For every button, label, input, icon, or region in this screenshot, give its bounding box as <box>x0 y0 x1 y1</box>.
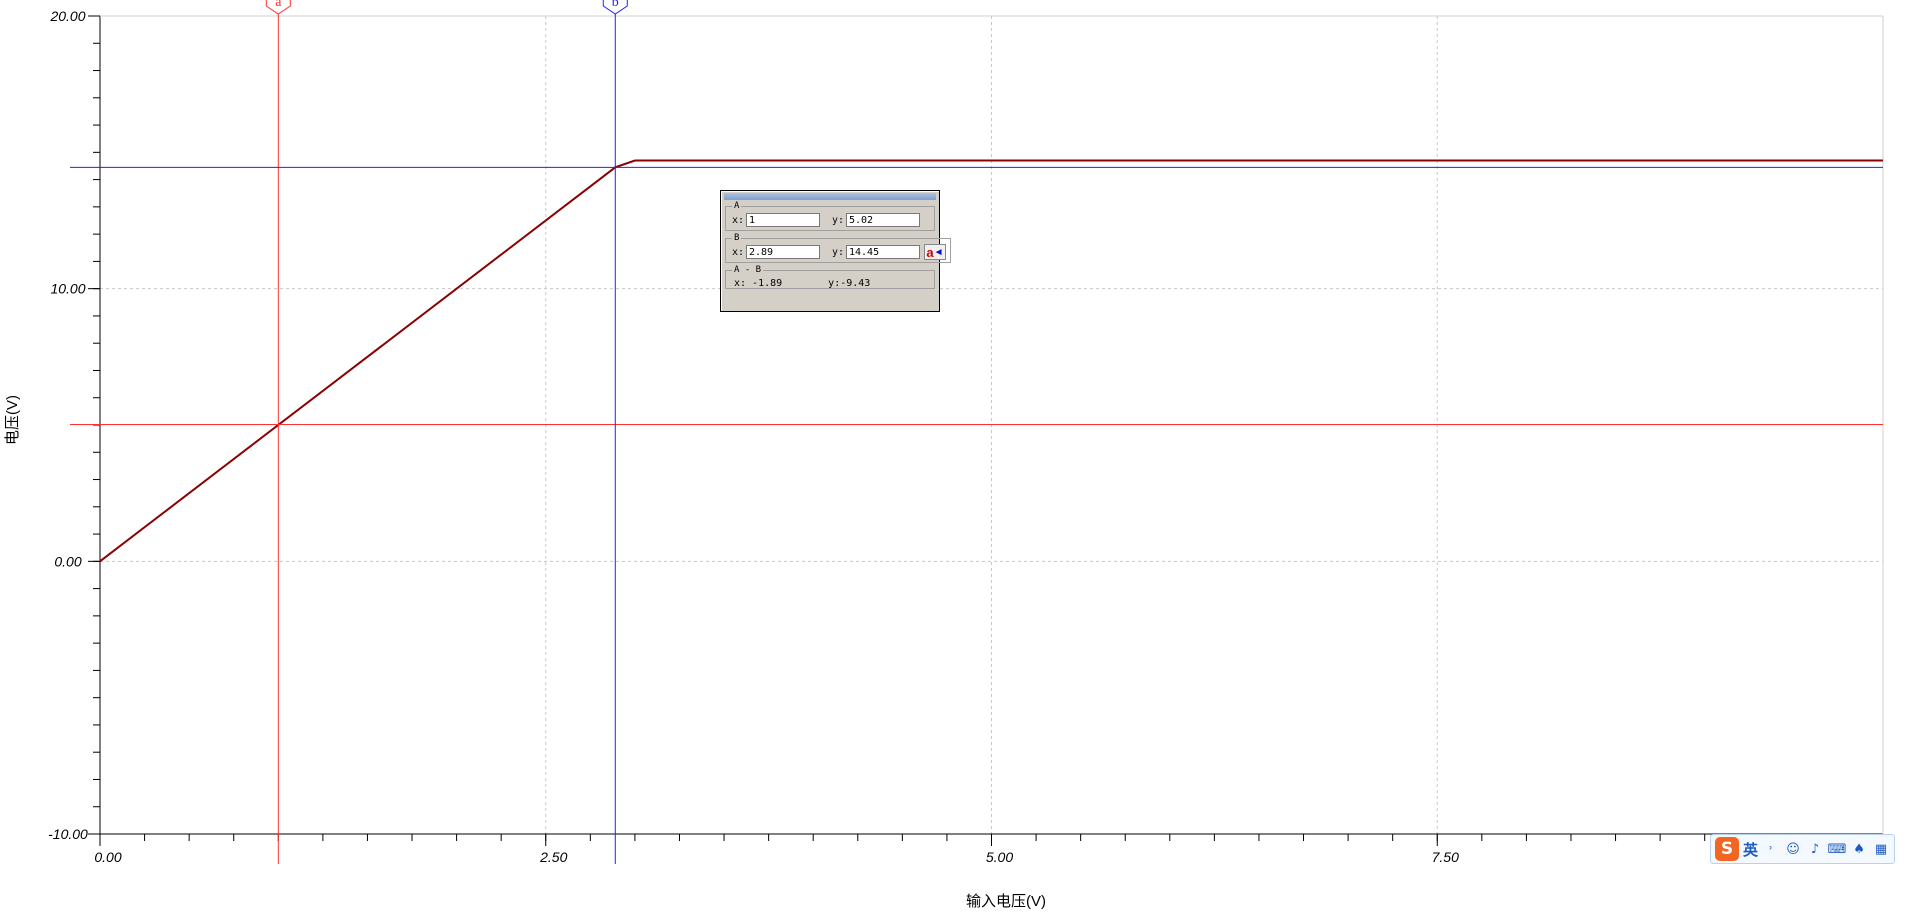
cursor-a-y-field[interactable]: 5.02 <box>846 213 920 227</box>
x-tick-label: 7.50 <box>1432 849 1459 865</box>
difference-label: A - B <box>734 265 762 275</box>
cursor-a-label: a <box>275 0 282 10</box>
diff-y-value: y:-9.43 <box>828 277 871 289</box>
a-x-label: x: <box>732 214 745 226</box>
language-toggle[interactable]: 英 <box>1743 839 1758 860</box>
x-tick-label: 0.00 <box>94 849 121 865</box>
cursor-a-x-field[interactable]: 1 <box>746 213 820 227</box>
cursor-b-y-field[interactable]: 14.45 <box>846 245 920 259</box>
a-y-label: y: <box>832 214 845 226</box>
swap-label: a <box>926 244 934 260</box>
cursor-b-group: B x: 2.89 y: 14.45 a ◄ <box>725 234 951 263</box>
arrow-left-icon: ◄ <box>933 246 944 258</box>
cursor-a-group: A x: 1 y: 5.02 <box>725 202 935 231</box>
y-tick-label: 10.00 <box>50 281 85 297</box>
chart: 0.002.505.007.5010.00-10.000.0010.0020.0… <box>4 0 1895 910</box>
cursor-b-label: B <box>734 233 740 243</box>
y-tick-label: -10.00 <box>48 826 88 842</box>
b-y-label: y: <box>832 246 845 258</box>
x-tick-label: 5.00 <box>986 849 1013 865</box>
sogou-logo-icon[interactable]: S <box>1715 837 1739 861</box>
cursor-b-label: b <box>612 0 619 10</box>
microphone-icon[interactable]: ♪ <box>1806 840 1824 858</box>
b-x-label: x: <box>732 246 745 258</box>
cursor-readout-dialog[interactable]: A x: 1 y: 5.02 B x: 2.89 y: 14.45 a ◄ A -… <box>720 190 951 312</box>
x-tick-label: 2.50 <box>539 849 567 865</box>
punctuation-icon[interactable]: ˒ <box>1762 840 1780 858</box>
keyboard-icon[interactable]: ⌨ <box>1828 840 1847 858</box>
minor-ticks <box>88 15 1884 846</box>
x-axis-title: 输入电压(V) <box>966 893 1046 910</box>
cursors[interactable]: ab <box>70 0 1883 864</box>
difference-group: A - B x: -1.89 y:-9.43 <box>725 266 935 289</box>
emoji-icon[interactable]: ☺ <box>1784 840 1802 858</box>
tick-labels: 0.002.505.007.5010.00-10.000.0010.0020.0… <box>48 8 1895 865</box>
skin-icon[interactable]: ♠ <box>1850 840 1868 858</box>
cursor-a-label: A <box>734 201 740 211</box>
cursor-b-x-field[interactable]: 2.89 <box>746 245 820 259</box>
menu-icon[interactable]: ▦ <box>1872 840 1890 858</box>
dialog-titlebar[interactable] <box>724 193 936 200</box>
y-axis-title: 电压(V) <box>4 395 21 445</box>
y-tick-label: 20.00 <box>49 8 85 24</box>
swap-cursor-button[interactable]: a ◄ <box>924 244 946 260</box>
ime-toolbar[interactable]: S 英 ˒ ☺ ♪ ⌨ ♠ ▦ <box>1710 834 1896 864</box>
grid <box>100 16 1884 834</box>
y-tick-label: 0.00 <box>54 553 81 569</box>
diff-x-value: x: -1.89 <box>734 277 783 289</box>
